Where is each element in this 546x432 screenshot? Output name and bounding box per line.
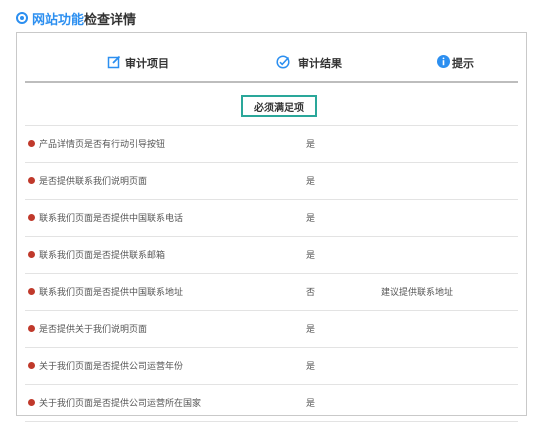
table-header: 审计项目 审计结果 提示 (25, 45, 518, 83)
table-row: 是否提供联系我们说明页面 是 (25, 162, 518, 199)
location-icon (16, 12, 28, 24)
status-dot-icon (28, 288, 35, 295)
table-row: 联系我们页面是否提供中国联系地址 否 建议提供联系地址 (25, 273, 518, 310)
audit-rows: 产品详情页是否有行动引导按钮 是 是否提供联系我们说明页面 是 联系我们页面是否… (25, 125, 518, 422)
row-result: 是 (306, 251, 316, 261)
header-result: 审计结果 (276, 45, 342, 81)
status-dot-icon (28, 399, 35, 406)
status-dot-icon (28, 214, 35, 221)
row-item: 是否提供关于我们说明页面 (39, 325, 148, 335)
row-item: 联系我们页面是否提供中国联系电话 (39, 214, 184, 224)
table-row: 关于我们页面是否提供公司运营年份 是 (25, 347, 518, 384)
table-row: 产品详情页是否有行动引导按钮 是 (25, 125, 518, 162)
row-item: 是否提供联系我们说明页面 (39, 177, 148, 187)
row-result: 是 (306, 399, 316, 409)
page-title-accent: 网站功能 (32, 12, 85, 28)
table-row: 是否提供关于我们说明页面 是 (25, 310, 518, 347)
row-item: 关于我们页面是否提供公司运营所在国家 (39, 399, 202, 409)
row-item: 联系我们页面是否提供联系邮箱 (39, 251, 166, 261)
section-label: 必须满足项 (241, 95, 317, 117)
row-result: 是 (306, 140, 316, 150)
status-dot-icon (28, 140, 35, 147)
status-dot-icon (28, 362, 35, 369)
row-result: 是 (306, 214, 316, 224)
row-result: 是 (306, 177, 316, 187)
header-item-label: 审计项目 (125, 57, 169, 70)
info-icon (437, 55, 450, 71)
header-result-label: 审计结果 (298, 57, 342, 70)
row-result: 否 (306, 288, 316, 298)
table-row: 联系我们页面是否提供中国联系电话 是 (25, 199, 518, 236)
table-row: 联系我们页面是否提供联系邮箱 是 (25, 236, 518, 273)
row-item: 产品详情页是否有行动引导按钮 (39, 140, 166, 150)
status-dot-icon (28, 325, 35, 332)
page-title: 网站功能 检查详情 (16, 9, 137, 28)
row-result: 是 (306, 325, 316, 335)
edit-icon (107, 55, 121, 72)
header-tip-label: 提示 (452, 57, 474, 70)
header-tip: 提示 (437, 45, 474, 81)
table-row: 关于我们页面是否提供公司运营所在国家 是 (25, 384, 518, 422)
status-dot-icon (28, 177, 35, 184)
audit-panel: 审计项目 审计结果 提示 必须满足项 产品详情页是否有行动引导按钮 是 是否提供… (16, 32, 527, 422)
check-circle-icon (276, 54, 290, 72)
page-title-rest: 检查详情 (84, 12, 137, 28)
status-dot-icon (28, 251, 35, 258)
row-item: 联系我们页面是否提供中国联系地址 (39, 288, 184, 298)
row-tip: 建议提供联系地址 (381, 288, 454, 298)
header-item: 审计项目 (107, 45, 169, 81)
row-result: 是 (306, 362, 316, 372)
row-item: 关于我们页面是否提供公司运营年份 (39, 362, 184, 372)
